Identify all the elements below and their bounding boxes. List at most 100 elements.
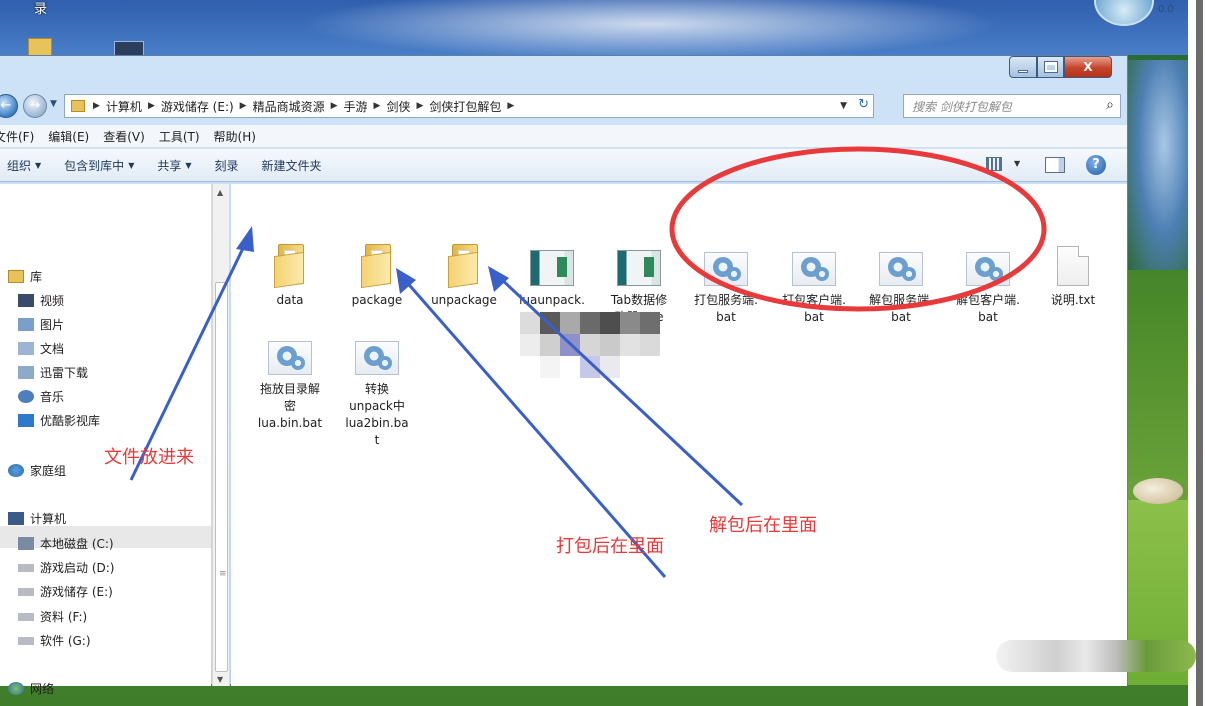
file-name: 说明.txt	[1050, 293, 1096, 307]
nav-item-music[interactable]: 音乐	[18, 388, 64, 405]
redaction-blur	[996, 640, 1196, 672]
chevron-down-icon: ▼	[185, 160, 192, 170]
minimize-button[interactable]	[1009, 56, 1037, 78]
nav-item-videos[interactable]: 视频	[18, 292, 64, 309]
file-name: 解包客户端. bat	[956, 293, 1020, 324]
maximize-button[interactable]	[1037, 56, 1064, 78]
nav-item-drive-g[interactable]: 软件 (G:)	[18, 632, 91, 649]
file-item-drag-decrypt-bat[interactable]: 拖放目录解 密 lua.bin.bat	[248, 341, 332, 432]
file-name: 解包服务端. bat	[869, 293, 933, 324]
batch-gear-icon	[879, 252, 923, 286]
file-item-unpack-server-bat[interactable]: 解包服务端. bat	[859, 252, 943, 326]
minimize-icon	[1018, 69, 1028, 73]
nav-item-pictures[interactable]: 图片	[18, 316, 64, 333]
nav-item-drive-c[interactable]: 本地磁盘 (C:)	[18, 535, 114, 552]
nav-item-computer[interactable]: 计算机	[8, 510, 66, 527]
menu-help[interactable]: 帮助(H)	[214, 128, 256, 145]
file-item-pack-client-bat[interactable]: 打包客户端. bat	[772, 252, 856, 326]
file-item-readme-txt[interactable]: 说明.txt	[1031, 246, 1115, 309]
crumb-separator-icon[interactable]: ▶	[93, 101, 100, 111]
new-folder-button[interactable]: 新建文件夹	[262, 157, 322, 174]
nav-item-thunder-downloads[interactable]: 迅雷下载	[18, 364, 88, 381]
help-icon[interactable]: ?	[1086, 155, 1106, 175]
exe-icon	[530, 250, 574, 286]
view-options-icon[interactable]	[986, 157, 1002, 171]
nav-item-drive-d[interactable]: 游戏启动 (D:)	[18, 559, 114, 576]
address-row: ← → ▼ ▶ 计算机 ▶ 游戏储存 (E:) ▶ 精品商城资源 ▶ 手游 ▶ …	[0, 93, 1127, 119]
breadcrumb-resources[interactable]: 精品商城资源	[253, 98, 325, 115]
exe-icon	[617, 250, 661, 286]
recent-pages-chevron-icon[interactable]: ▼	[50, 99, 57, 109]
drive-icon	[18, 636, 34, 645]
menu-view[interactable]: 查看(V)	[103, 128, 145, 145]
burn-button[interactable]: 刻录	[215, 157, 239, 174]
preview-pane-icon[interactable]	[1045, 157, 1065, 173]
crumb-separator-icon[interactable]: ▶	[507, 101, 514, 111]
search-icon[interactable]: ⌕	[1106, 97, 1114, 113]
scroll-up-icon[interactable]: ▲	[217, 188, 223, 197]
crumb-separator-icon[interactable]: ▶	[374, 101, 381, 111]
picture-icon	[18, 318, 34, 331]
menu-tools[interactable]: 工具(T)	[159, 128, 200, 145]
nav-item-drive-f[interactable]: 资料 (F:)	[18, 608, 87, 625]
back-button[interactable]: ←	[0, 94, 18, 118]
desktop-folder-icon[interactable]	[28, 38, 52, 56]
organize-button[interactable]: 组织 ▼	[7, 157, 41, 174]
file-item-unpack-client-bat[interactable]: 解包客户端. bat	[946, 252, 1030, 326]
youku-icon	[18, 414, 34, 427]
drive-icon	[18, 563, 34, 572]
scroll-down-icon[interactable]: ▼	[217, 675, 223, 684]
network-icon	[8, 682, 24, 695]
batch-gear-icon	[966, 252, 1010, 286]
breadcrumb-mobile-games[interactable]: 手游	[344, 98, 368, 115]
file-item-unpackage-folder[interactable]: unpackage	[422, 244, 506, 309]
homegroup-icon	[8, 464, 24, 477]
file-item-package-folder[interactable]: package	[335, 244, 419, 309]
crumb-separator-icon[interactable]: ▶	[148, 101, 155, 111]
drive-icon	[18, 612, 34, 621]
address-dropdown-icon[interactable]: ▼	[840, 101, 847, 111]
address-bar[interactable]: ▶ 计算机 ▶ 游戏储存 (E:) ▶ 精品商城资源 ▶ 手游 ▶ 剑侠 ▶ 剑…	[64, 94, 874, 118]
menu-file[interactable]: 文件(F)	[0, 128, 34, 145]
breadcrumb-jianxia[interactable]: 剑侠	[386, 98, 410, 115]
file-item-pack-server-bat[interactable]: 打包服务端. bat	[684, 252, 768, 326]
breadcrumb-computer[interactable]: 计算机	[106, 98, 142, 115]
nav-item-homegroup[interactable]: 家庭组	[8, 462, 66, 479]
chevron-down-icon: ▼	[35, 160, 42, 170]
music-icon	[18, 390, 34, 403]
menu-edit[interactable]: 编辑(E)	[48, 128, 89, 145]
batch-gear-icon	[268, 341, 312, 375]
maximize-icon	[1043, 61, 1058, 73]
folder-icon	[71, 100, 85, 112]
scroll-thumb[interactable]: ≡	[215, 282, 228, 672]
nav-item-drive-e[interactable]: 游戏储存 (E:)	[18, 583, 113, 600]
nav-item-youku[interactable]: 优酷影视库	[18, 412, 100, 429]
desktop-gadget-text: 0.0	[1158, 4, 1174, 15]
nav-pane-scrollbar[interactable]: ▲ ≡ ▼	[212, 184, 230, 686]
crumb-separator-icon[interactable]: ▶	[331, 101, 338, 111]
include-in-library-button[interactable]: 包含到库中 ▼	[64, 157, 134, 174]
nav-item-libraries[interactable]: 库	[8, 268, 42, 285]
crumb-separator-icon[interactable]: ▶	[416, 101, 423, 111]
video-icon	[18, 294, 34, 307]
file-item-data-folder[interactable]: data	[248, 244, 332, 309]
nav-item-network[interactable]: 网络	[8, 680, 54, 697]
chevron-down-icon[interactable]: ▼	[1014, 159, 1020, 168]
share-button[interactable]: 共享 ▼	[157, 157, 191, 174]
close-button[interactable]: X	[1064, 56, 1112, 78]
screen-edge-line	[1196, 0, 1203, 706]
refresh-icon[interactable]: ↻	[858, 97, 869, 112]
file-item-convert-bat[interactable]: 转换 unpack中 lua2bin.ba t	[335, 341, 419, 449]
crumb-separator-icon[interactable]: ▶	[240, 101, 247, 111]
breadcrumb-current-folder[interactable]: 剑侠打包解包	[429, 98, 501, 115]
navigation-pane: 库 视频 图片 文档 迅雷下载 音乐 优酷影视库 家庭组 计算机 本地磁盘 (C…	[0, 184, 211, 696]
document-icon	[18, 342, 34, 355]
file-name: 转换 unpack中 lua2bin.ba t	[345, 382, 409, 447]
nav-item-documents[interactable]: 文档	[18, 340, 64, 357]
batch-gear-icon	[792, 252, 836, 286]
desktop-sheep	[1133, 478, 1183, 504]
forward-button[interactable]: →	[23, 94, 47, 118]
breadcrumb-drive-e[interactable]: 游戏储存 (E:)	[161, 98, 234, 115]
search-input[interactable]: 搜索 剑侠打包解包 ⌕	[903, 94, 1121, 118]
drive-icon	[18, 537, 34, 550]
